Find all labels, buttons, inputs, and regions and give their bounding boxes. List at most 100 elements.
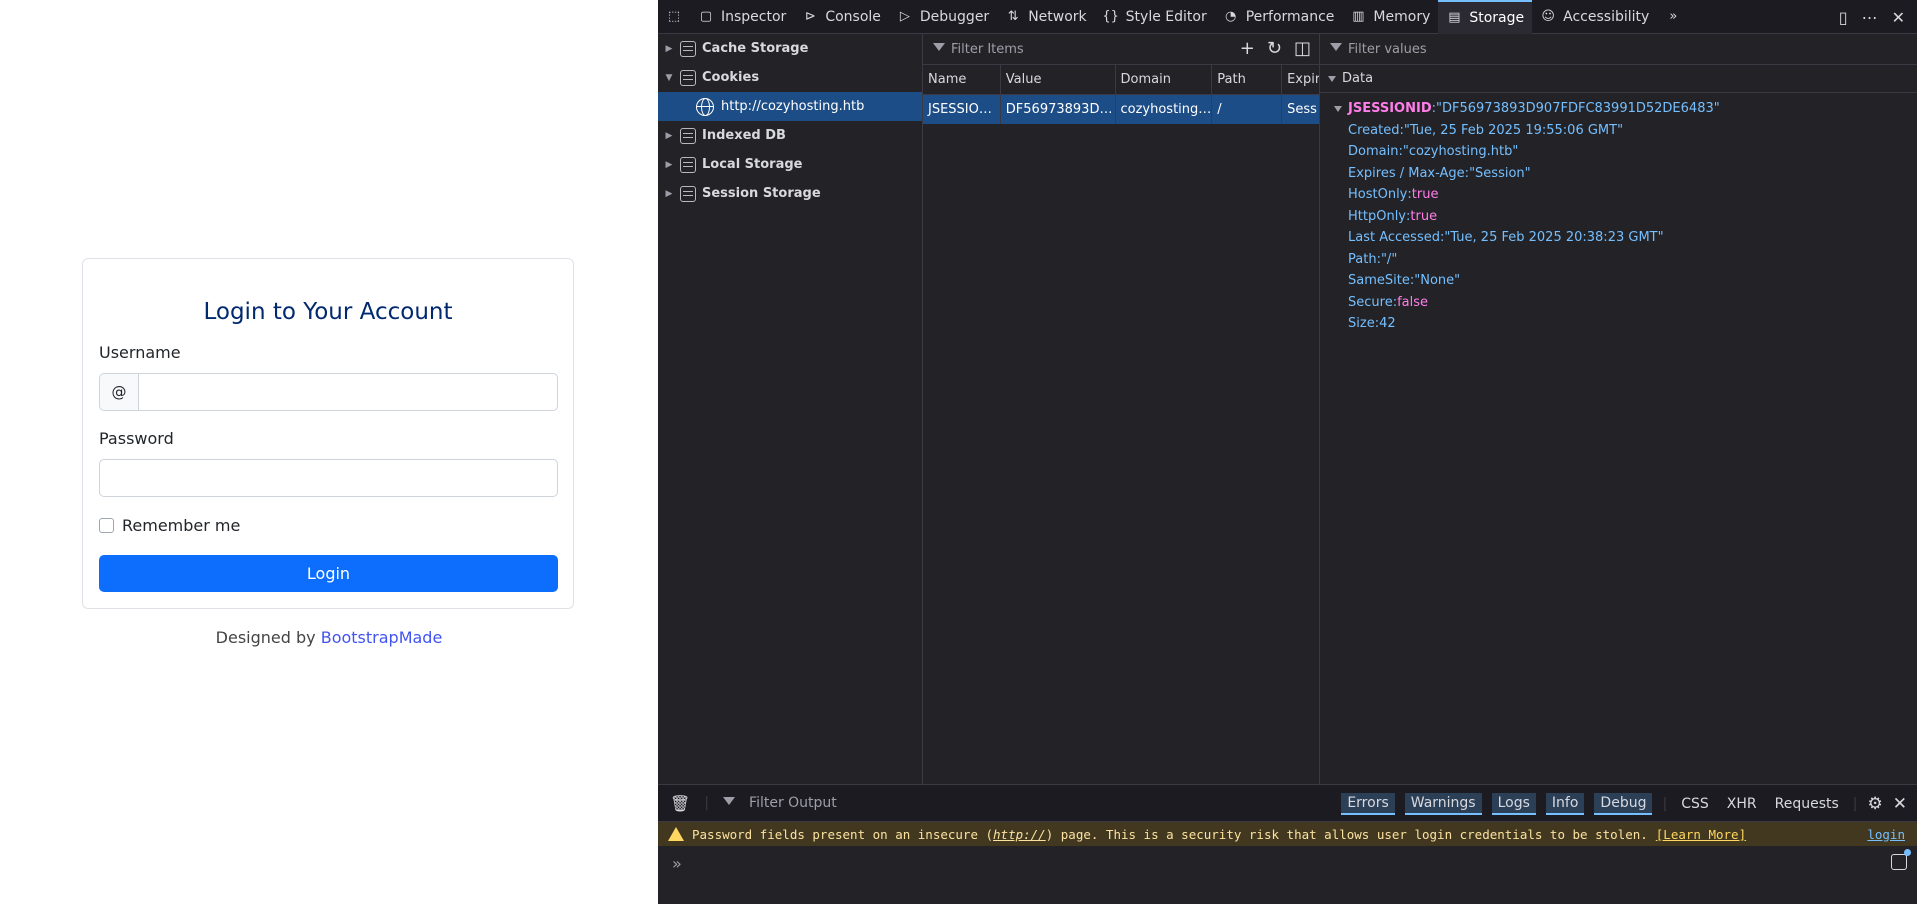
filter-values-input[interactable]: Filter values: [1348, 42, 1427, 57]
expand-arrow-icon[interactable]: ▶: [658, 44, 680, 54]
column-header-expires[interactable]: Expir: [1282, 65, 1319, 94]
tab-network[interactable]: ⇅ Network: [997, 0, 1094, 34]
tree-item-session-storage[interactable]: ▶ Session Storage: [658, 179, 922, 208]
tab-storage[interactable]: ▤ Storage: [1438, 0, 1533, 34]
cookie-field-row[interactable]: Secure: false: [1320, 292, 1917, 314]
table-row[interactable]: JSESSIO… DF56973893D… cozyhosting… / Ses…: [923, 95, 1319, 124]
cookie-field-row[interactable]: SameSite: "None": [1320, 270, 1917, 292]
tree-item-cache-storage[interactable]: ▶ Cache Storage: [658, 34, 922, 63]
toggle-sidebar-icon[interactable]: ◫: [1294, 38, 1311, 59]
cookie-field-row[interactable]: Last Accessed: "Tue, 25 Feb 2025 20:38:23…: [1320, 227, 1917, 249]
filter-values-bar[interactable]: Filter values: [1320, 34, 1917, 65]
responsive-design-icon[interactable]: ▯: [1839, 8, 1848, 27]
storage-tree: ▶ Cache Storage ▼ Cookies http://cozyhos…: [658, 34, 923, 784]
cookie-table-pane: Filter Items + ↻ ◫ Name Value Domain Pat…: [923, 34, 1320, 784]
collapse-arrow-icon[interactable]: [1334, 105, 1342, 112]
expand-arrow-icon[interactable]: ▶: [658, 131, 680, 141]
column-header-value[interactable]: Value: [1001, 65, 1116, 94]
tab-performance[interactable]: ◔ Performance: [1215, 0, 1343, 34]
cookie-field-key: SameSite: [1348, 273, 1410, 289]
tree-item-cookie-host[interactable]: http://cozyhosting.htb: [658, 92, 922, 121]
filter-requests-button[interactable]: Requests: [1771, 794, 1843, 814]
remember-checkbox[interactable]: [99, 518, 114, 533]
database-icon: [680, 127, 696, 144]
column-header-name[interactable]: Name: [923, 65, 1001, 94]
tree-item-local-storage[interactable]: ▶ Local Storage: [658, 150, 922, 179]
tab-memory[interactable]: ▥ Memory: [1342, 0, 1438, 34]
element-picker-button[interactable]: ⬚: [658, 0, 690, 34]
cell-expires: Sess: [1287, 102, 1317, 117]
cell-path: /: [1212, 95, 1283, 124]
cookie-field-value: 42: [1379, 316, 1396, 332]
bootstrapmade-link[interactable]: BootstrapMade: [321, 628, 443, 647]
cookie-entry-name: JSESSIONID: [1348, 101, 1432, 117]
console-settings-icon[interactable]: ⚙: [1868, 794, 1883, 814]
console-icon: ⊳: [804, 9, 816, 24]
filter-output-input[interactable]: Filter Output: [749, 795, 837, 811]
filter-items-bar[interactable]: Filter Items + ↻ ◫: [923, 34, 1319, 65]
cookie-field-key: Secure: [1348, 294, 1393, 310]
tab-accessibility[interactable]: ☺ Accessibility: [1532, 0, 1657, 34]
cookie-field-row[interactable]: Expires / Max-Age: "Session": [1320, 163, 1917, 185]
username-label: Username: [99, 343, 181, 362]
warning-source-link[interactable]: login: [1867, 827, 1905, 842]
learn-more-link[interactable]: [Learn More]: [1656, 827, 1746, 842]
cookie-field-row[interactable]: Domain: "cozyhosting.htb": [1320, 141, 1917, 163]
login-card: Login to Your Account Username @ Passwor…: [82, 258, 574, 609]
split-console-icon[interactable]: [1891, 849, 1911, 870]
console-close-icon[interactable]: ✕: [1893, 794, 1907, 814]
clear-console-icon[interactable]: 🗑: [670, 794, 690, 813]
more-tools-button[interactable]: »: [1657, 0, 1689, 34]
console-input[interactable]: »: [658, 846, 1917, 904]
close-icon[interactable]: ✕: [1892, 8, 1905, 27]
cookie-entry[interactable]: JSESSIONID:"DF56973893D907FDFC83991D52DE…: [1320, 98, 1917, 120]
cookie-field-row[interactable]: HostOnly: true: [1320, 184, 1917, 206]
element-picker-icon: ⬚: [667, 9, 681, 24]
expand-arrow-icon[interactable]: ▶: [658, 160, 680, 170]
filter-warnings-button[interactable]: Warnings: [1404, 793, 1482, 815]
cookie-field-row[interactable]: Path: "/": [1320, 249, 1917, 271]
cookie-field-row[interactable]: HttpOnly: true: [1320, 206, 1917, 228]
filter-css-button[interactable]: CSS: [1677, 794, 1713, 814]
filter-items-input[interactable]: Filter Items: [951, 42, 1024, 57]
filter-logs-button[interactable]: Logs: [1491, 793, 1536, 815]
column-header-domain[interactable]: Domain: [1116, 65, 1213, 94]
tab-console[interactable]: ⊳ Console: [794, 0, 889, 34]
tree-item-indexed-db[interactable]: ▶ Indexed DB: [658, 121, 922, 150]
debugger-icon: ▷: [899, 9, 910, 24]
filter-info-button[interactable]: Info: [1545, 793, 1585, 815]
filter-icon: [723, 797, 736, 809]
login-button[interactable]: Login: [99, 555, 558, 592]
password-input[interactable]: [99, 459, 558, 497]
tab-debugger[interactable]: ▷ Debugger: [889, 0, 997, 34]
remember-me[interactable]: Remember me: [99, 516, 240, 535]
add-item-icon[interactable]: +: [1240, 38, 1255, 59]
accessibility-icon: ☺: [1541, 9, 1555, 24]
cell-domain: cozyhosting…: [1116, 95, 1213, 124]
cookie-field-row[interactable]: Created: "Tue, 25 Feb 2025 19:55:06 GMT": [1320, 120, 1917, 142]
filter-errors-button[interactable]: Errors: [1341, 793, 1395, 815]
database-icon: [680, 185, 696, 202]
data-section-header[interactable]: Data: [1320, 65, 1917, 93]
username-input[interactable]: [138, 373, 558, 411]
tab-inspector[interactable]: ▢ Inspector: [690, 0, 794, 34]
cookie-field-row[interactable]: Size:42: [1320, 313, 1917, 335]
tab-network-label: Network: [1028, 8, 1087, 25]
tab-accessibility-label: Accessibility: [1563, 8, 1650, 25]
storage-icon: ▤: [1448, 10, 1461, 25]
cookie-field-value: "Session": [1469, 165, 1531, 181]
column-header-path[interactable]: Path: [1212, 65, 1283, 94]
overflow-menu-icon[interactable]: ⋯: [1862, 8, 1878, 27]
memory-icon: ▥: [1352, 9, 1365, 24]
cookie-field-value: true: [1410, 208, 1438, 224]
database-icon: [680, 40, 696, 57]
expand-arrow-icon[interactable]: ▶: [658, 189, 680, 199]
tab-style-editor[interactable]: {} Style Editor: [1095, 0, 1215, 34]
collapse-arrow-icon[interactable]: ▼: [658, 73, 680, 83]
collapse-arrow-icon[interactable]: [1328, 75, 1336, 82]
filter-debug-button[interactable]: Debug: [1594, 793, 1653, 815]
tree-item-cookies[interactable]: ▼ Cookies: [658, 63, 922, 92]
filter-xhr-button[interactable]: XHR: [1723, 794, 1761, 814]
refresh-icon[interactable]: ↻: [1267, 38, 1282, 59]
database-icon: [680, 69, 696, 86]
